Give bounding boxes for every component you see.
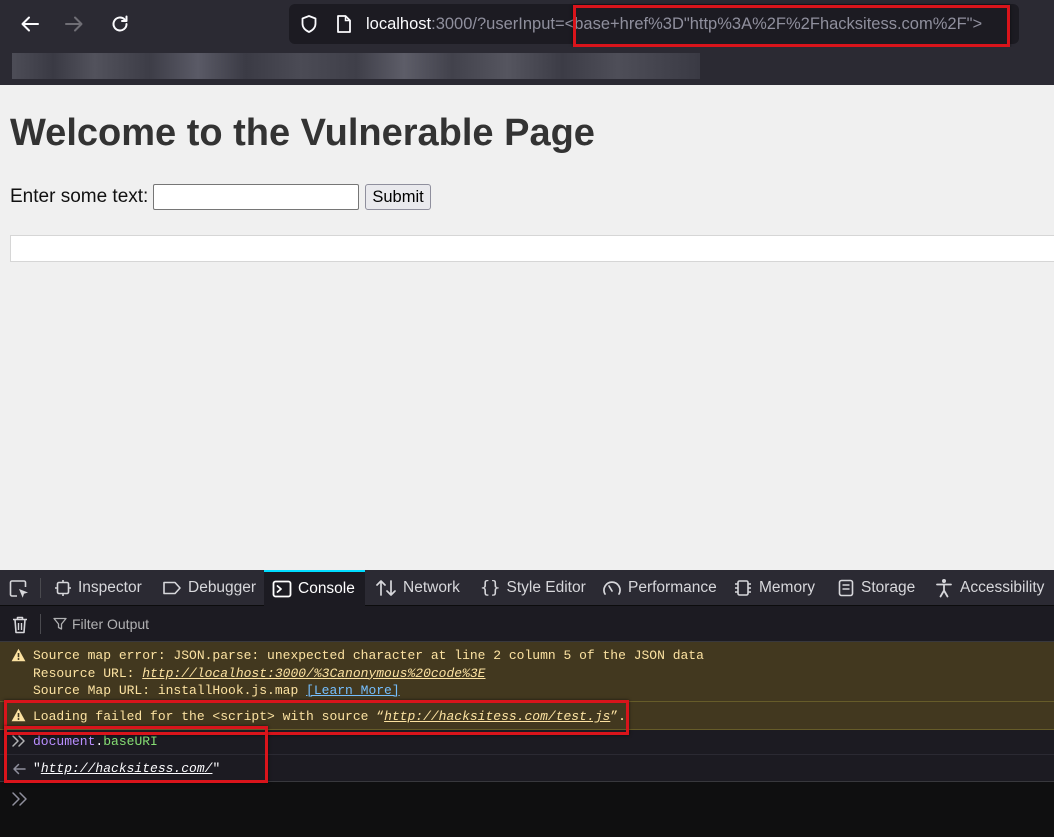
eval-identifier: document xyxy=(33,734,96,749)
tab-debugger[interactable]: Debugger xyxy=(158,570,260,606)
tab-style-editor[interactable]: {} Style Editor xyxy=(478,570,588,606)
sourcemap-url-label: Source Map URL: installHook.js.map xyxy=(33,683,307,698)
console-message-sourcemap-warning: Source map error: JSON.parse: unexpected… xyxy=(0,642,1054,702)
toolbar-divider xyxy=(40,614,41,634)
bookmarks-bar xyxy=(0,47,1054,85)
tabbar-divider xyxy=(40,578,41,598)
database-icon xyxy=(838,579,854,597)
text-form: Enter some text: Submit xyxy=(10,183,431,211)
chevrons-right-icon xyxy=(12,792,27,806)
browser-toolbar: localhost:3000/?userInput=<base+href%3D"… xyxy=(0,0,1054,85)
blurred-bookmarks xyxy=(12,53,700,79)
braces-icon: {} xyxy=(480,578,501,598)
page-content: Welcome to the Vulnerable Page Enter som… xyxy=(0,85,1054,570)
inspector-icon xyxy=(55,580,71,596)
address-bar[interactable]: localhost:3000/?userInput=<base+href%3D"… xyxy=(289,4,1019,44)
resource-url-label: Resource URL: xyxy=(33,665,143,681)
tab-label: Accessibility xyxy=(960,579,1045,596)
trash-icon[interactable] xyxy=(11,615,29,635)
forward-button[interactable] xyxy=(59,9,89,39)
tab-accessibility[interactable]: Accessibility xyxy=(932,570,1046,606)
console-toolbar: Filter Output xyxy=(0,606,1054,642)
submit-button[interactable]: Submit xyxy=(365,184,431,210)
result-quote-open: " xyxy=(33,761,41,776)
tab-label: Network xyxy=(403,579,460,596)
arrow-right-icon xyxy=(65,16,83,32)
sourcemap-error-text: Source map error: JSON.parse: unexpected… xyxy=(33,648,704,663)
page-title: Welcome to the Vulnerable Page xyxy=(10,112,595,154)
back-button[interactable] xyxy=(15,9,45,39)
reload-icon xyxy=(112,15,128,32)
loading-failed-suffix: ”. xyxy=(610,709,626,724)
arrow-left-result-icon xyxy=(13,763,26,775)
warning-icon xyxy=(11,648,26,662)
console-input[interactable] xyxy=(0,782,1054,837)
reload-button[interactable] xyxy=(105,9,135,39)
element-picker-button[interactable] xyxy=(8,578,30,600)
tab-network[interactable]: Network xyxy=(373,570,462,606)
chevrons-right-icon xyxy=(12,735,25,747)
devtools-tabbar: Inspector Debugger Console Network {} St… xyxy=(0,570,1054,606)
url-path: :3000/?userInput= xyxy=(431,15,565,33)
console-icon xyxy=(272,580,292,598)
tab-inspector[interactable]: Inspector xyxy=(50,570,146,606)
filter-output-input[interactable]: Filter Output xyxy=(72,616,149,632)
eval-property: baseURI xyxy=(103,734,158,749)
tab-label: Inspector xyxy=(78,579,142,596)
tab-memory[interactable]: Memory xyxy=(731,570,817,606)
chip-icon xyxy=(735,580,751,596)
learn-more-link[interactable]: [Learn More] xyxy=(306,683,400,698)
tab-performance[interactable]: Performance xyxy=(600,570,719,606)
page-icon[interactable] xyxy=(335,14,353,34)
script-source-link[interactable]: http://hacksitess.com/test.js xyxy=(384,709,610,724)
arrow-left-icon xyxy=(21,16,39,32)
tab-label: Memory xyxy=(759,579,815,596)
tab-console[interactable]: Console xyxy=(264,570,365,606)
debugger-icon xyxy=(163,581,181,595)
gauge-icon xyxy=(603,581,621,595)
url-host: localhost xyxy=(366,15,432,33)
shield-icon[interactable] xyxy=(299,14,319,34)
console-result: "http://hacksitess.com/" xyxy=(0,755,1054,782)
tab-label: Debugger xyxy=(188,579,257,596)
url-payload: <base+href%3D"http%3A%2F%2Fhacksitess.co… xyxy=(564,15,983,33)
network-icon xyxy=(376,580,396,596)
tab-label: Console xyxy=(298,580,355,597)
tab-storage[interactable]: Storage xyxy=(835,570,917,606)
tab-label: Storage xyxy=(861,579,916,596)
accessibility-icon xyxy=(936,579,952,598)
resource-url-link[interactable]: http://localhost:3000/%3Canonymous%20cod… xyxy=(142,666,485,681)
tab-label: Style Editor xyxy=(506,579,586,596)
loading-failed-text: Loading failed for the <script> with sou… xyxy=(33,709,385,724)
tab-label: Performance xyxy=(628,579,717,596)
picker-icon xyxy=(9,580,28,598)
console-input-echo: document.baseURI xyxy=(0,730,1054,755)
text-input[interactable] xyxy=(153,184,360,210)
output-area xyxy=(10,235,1054,262)
warning-icon xyxy=(11,708,26,722)
filter-icon xyxy=(53,617,67,630)
result-quote-close: " xyxy=(212,761,221,776)
console-message-loading-failed: Loading failed for the <script> with sou… xyxy=(0,702,1054,730)
form-label: Enter some text: xyxy=(10,186,149,207)
result-url-link[interactable]: http://hacksitess.com/ xyxy=(41,761,213,776)
devtools-panel: Inspector Debugger Console Network {} St… xyxy=(0,570,1054,837)
url-text[interactable]: localhost:3000/?userInput=<base+href%3D"… xyxy=(366,14,982,34)
